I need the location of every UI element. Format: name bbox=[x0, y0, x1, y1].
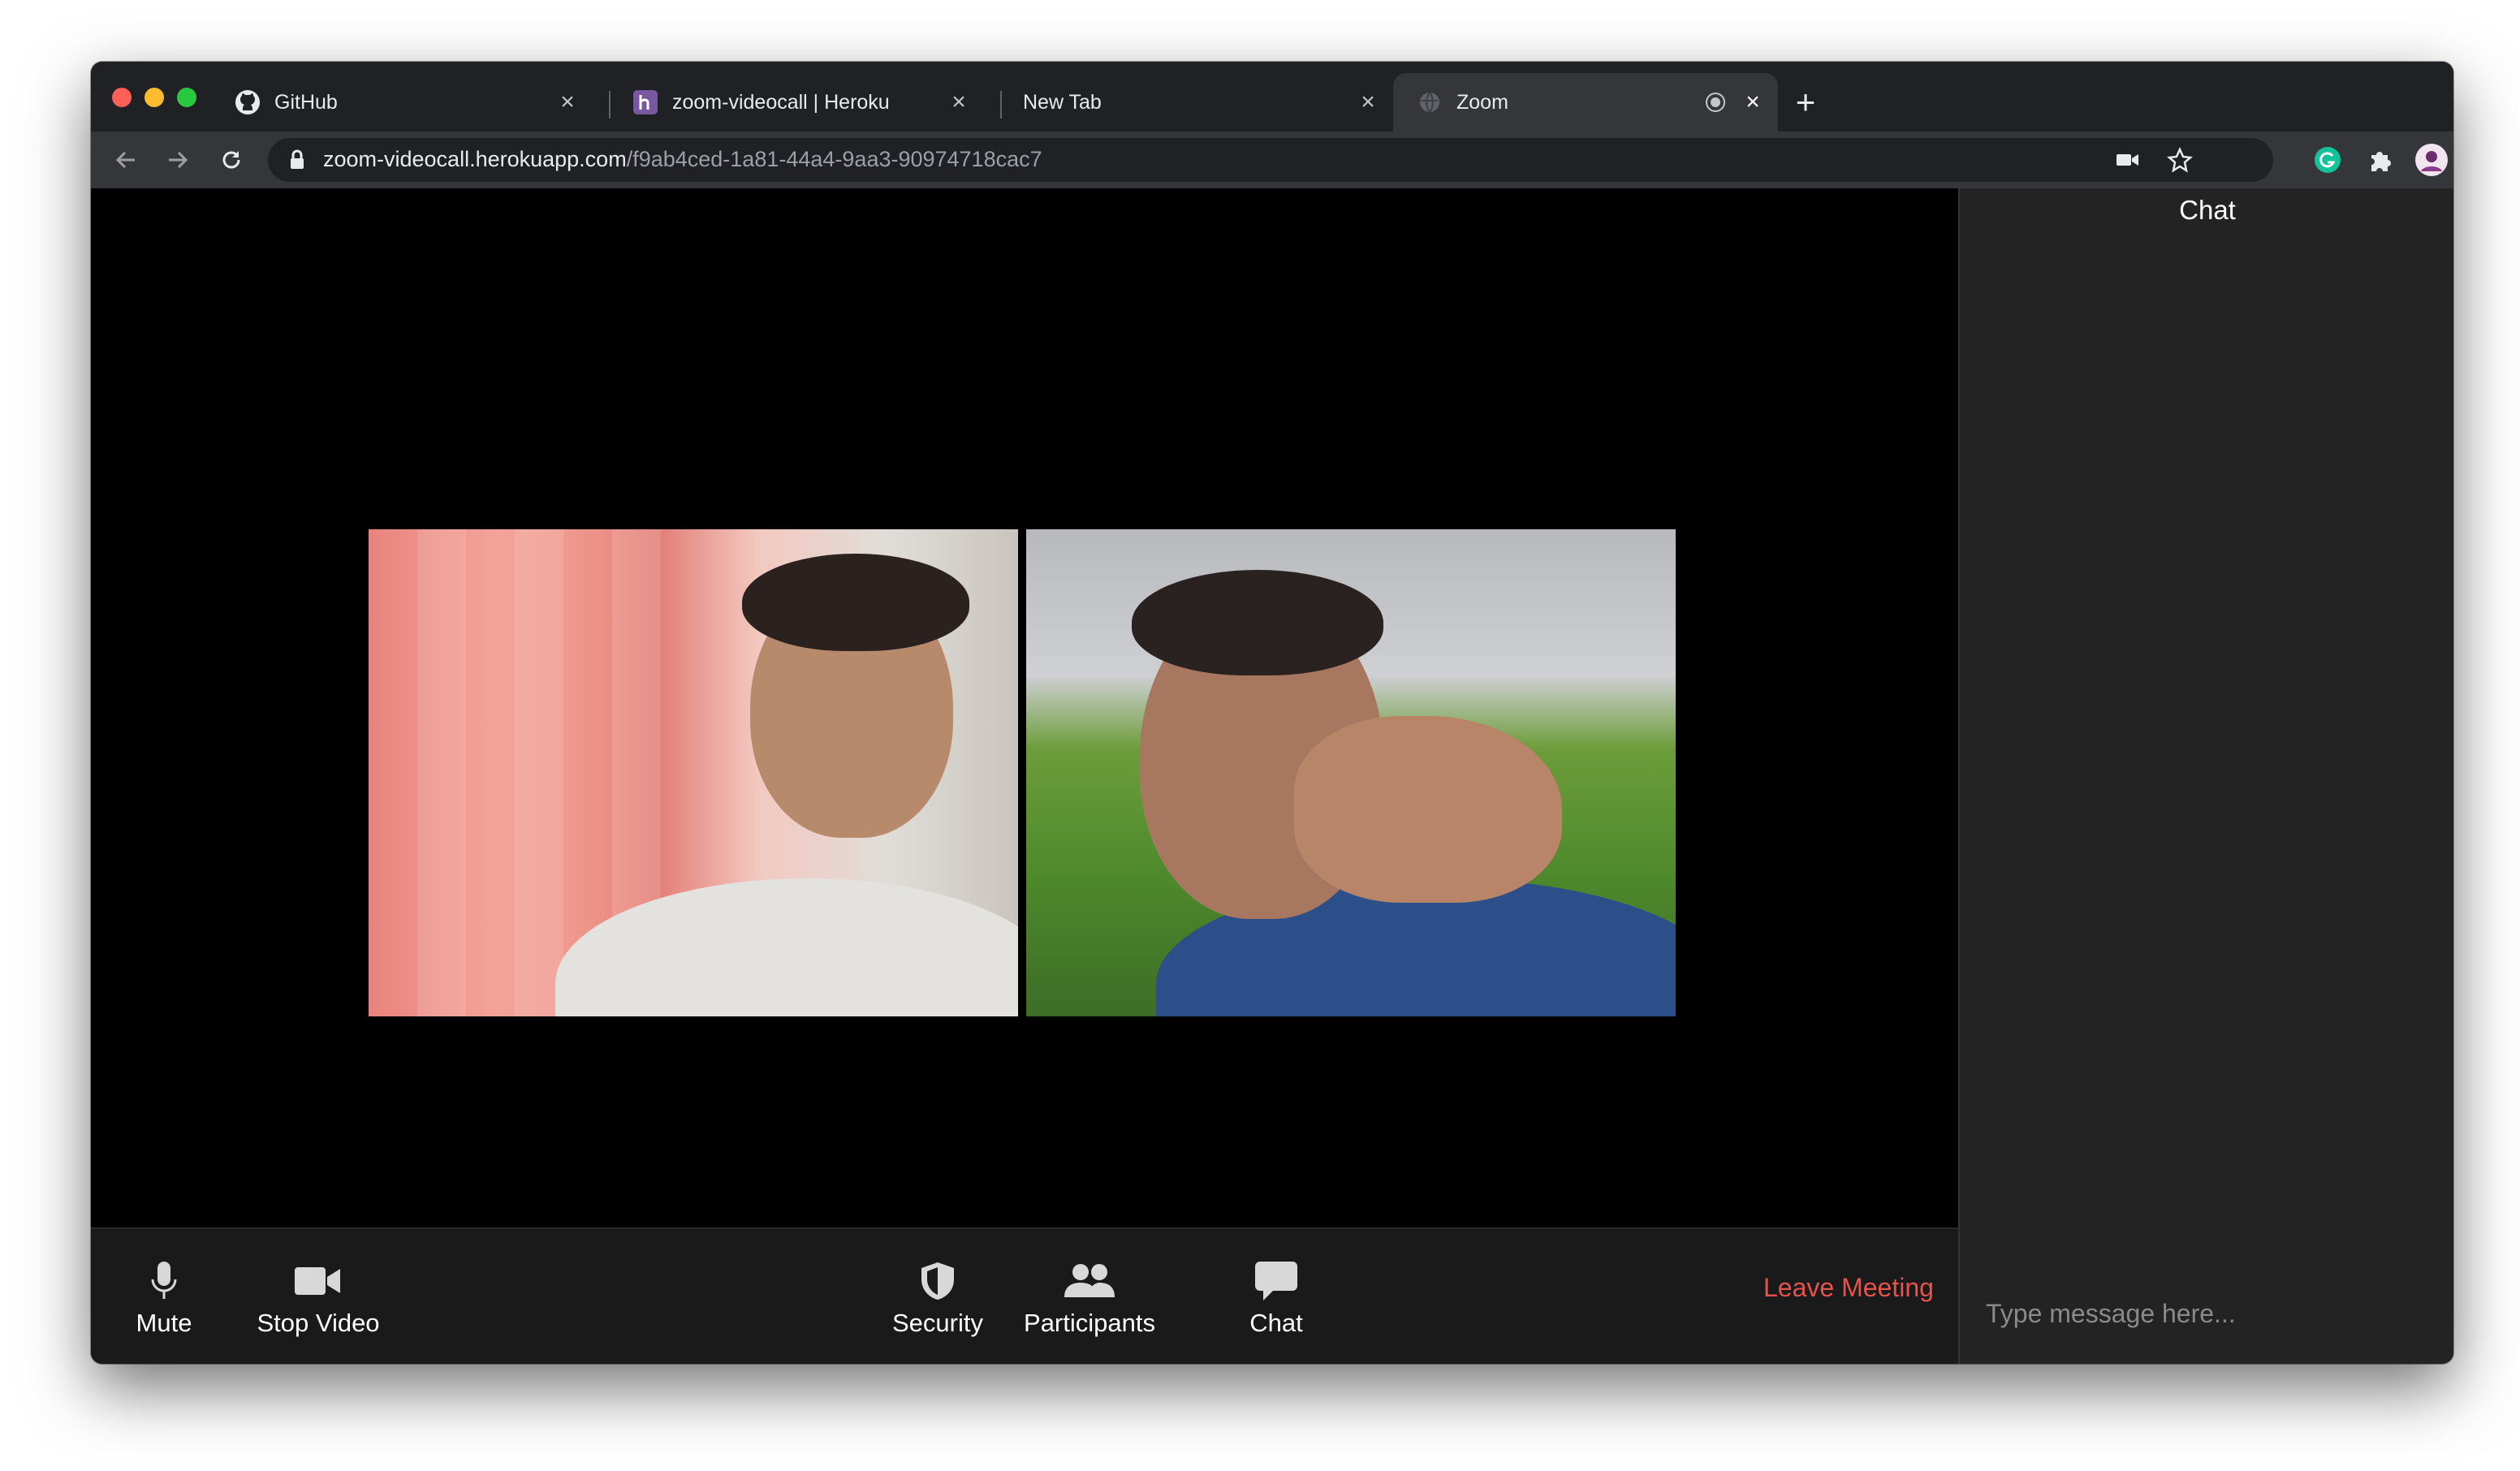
participant-hair bbox=[1132, 570, 1383, 675]
bookmark-star-icon[interactable] bbox=[2160, 140, 2200, 180]
participant-video-1[interactable] bbox=[369, 529, 1018, 1016]
participants-button[interactable]: Participants bbox=[1008, 1245, 1171, 1349]
mute-button[interactable]: Mute bbox=[123, 1245, 205, 1349]
participant-hand bbox=[1294, 716, 1562, 903]
browser-window: GitHub × zoom-videocall | Heroku × New T… bbox=[91, 62, 2453, 1364]
close-tab-icon[interactable]: × bbox=[945, 88, 973, 116]
minimize-window-button[interactable] bbox=[145, 88, 164, 107]
forward-icon[interactable] bbox=[159, 141, 196, 179]
tab-title: GitHub bbox=[274, 90, 338, 114]
security-button[interactable]: Security bbox=[869, 1245, 1007, 1349]
chat-panel: Chat bbox=[1958, 188, 2453, 1364]
profile-avatar[interactable] bbox=[2411, 140, 2452, 180]
meeting-controls-bar: Mute Stop Video Security Participants Ch… bbox=[91, 1227, 1958, 1364]
leave-meeting-button[interactable]: Leave Meeting bbox=[1763, 1273, 1934, 1303]
chat-bubble-icon bbox=[1255, 1257, 1297, 1305]
tab-new-tab[interactable]: New Tab × bbox=[1000, 73, 1393, 132]
close-tab-icon[interactable]: × bbox=[1354, 88, 1382, 116]
video-stage bbox=[91, 188, 1958, 1227]
github-icon bbox=[234, 88, 261, 116]
stop-video-button[interactable]: Stop Video bbox=[237, 1245, 399, 1349]
url-host: zoom-videocall.herokuapp.com bbox=[323, 147, 627, 171]
chat-message-input[interactable] bbox=[1984, 1292, 2426, 1335]
back-icon[interactable] bbox=[107, 141, 145, 179]
shield-icon bbox=[919, 1257, 956, 1305]
close-tab-icon[interactable]: × bbox=[554, 88, 581, 116]
url-text: zoom-videocall.herokuapp.com/f9ab4ced-1a… bbox=[323, 147, 1042, 172]
security-label: Security bbox=[892, 1309, 983, 1337]
chat-panel-title: Chat bbox=[2179, 195, 2236, 225]
tab-title: Zoom bbox=[1456, 90, 1508, 114]
close-window-button[interactable] bbox=[112, 88, 132, 107]
chat-label: Chat bbox=[1249, 1309, 1303, 1337]
tab-zoom[interactable]: Zoom × bbox=[1393, 73, 1778, 132]
grammarly-extension-icon[interactable] bbox=[2307, 140, 2348, 180]
extensions-puzzle-icon[interactable] bbox=[2359, 140, 2400, 180]
participant-video-2[interactable] bbox=[1026, 529, 1676, 1016]
reload-icon[interactable] bbox=[213, 141, 250, 179]
participant-hair bbox=[742, 554, 969, 651]
chat-button[interactable]: Chat bbox=[1236, 1245, 1317, 1349]
mute-label: Mute bbox=[136, 1309, 192, 1337]
curtain-fold bbox=[515, 529, 563, 1016]
heroku-icon bbox=[632, 88, 659, 116]
tab-title: zoom-videocall | Heroku bbox=[672, 90, 890, 114]
browser-toolbar: zoom-videocall.herokuapp.com/f9ab4ced-1a… bbox=[91, 132, 2453, 188]
address-bar[interactable]: zoom-videocall.herokuapp.com/f9ab4ced-1a… bbox=[268, 138, 2273, 182]
recording-icon bbox=[1702, 88, 1729, 116]
new-tab-button[interactable]: + bbox=[1788, 84, 1823, 120]
tab-title: New Tab bbox=[1023, 90, 1102, 114]
close-tab-icon[interactable]: × bbox=[1739, 88, 1767, 116]
microphone-icon bbox=[150, 1257, 178, 1305]
camera-in-use-icon[interactable] bbox=[2108, 140, 2148, 180]
url-path: /f9ab4ced-1a81-44a4-9aa3-90974718cac7 bbox=[626, 147, 1042, 171]
tab-strip: GitHub × zoom-videocall | Heroku × New T… bbox=[91, 62, 2453, 132]
participants-icon bbox=[1064, 1257, 1115, 1305]
video-camera-icon bbox=[295, 1257, 342, 1305]
stop-video-label: Stop Video bbox=[257, 1309, 380, 1337]
globe-icon bbox=[1416, 88, 1443, 116]
maximize-window-button[interactable] bbox=[177, 88, 196, 107]
tab-heroku[interactable]: zoom-videocall | Heroku × bbox=[609, 73, 984, 132]
tab-github[interactable]: GitHub × bbox=[211, 73, 593, 132]
lock-icon bbox=[289, 149, 305, 175]
curtain-fold bbox=[417, 529, 466, 1016]
participants-label: Participants bbox=[1024, 1309, 1155, 1337]
